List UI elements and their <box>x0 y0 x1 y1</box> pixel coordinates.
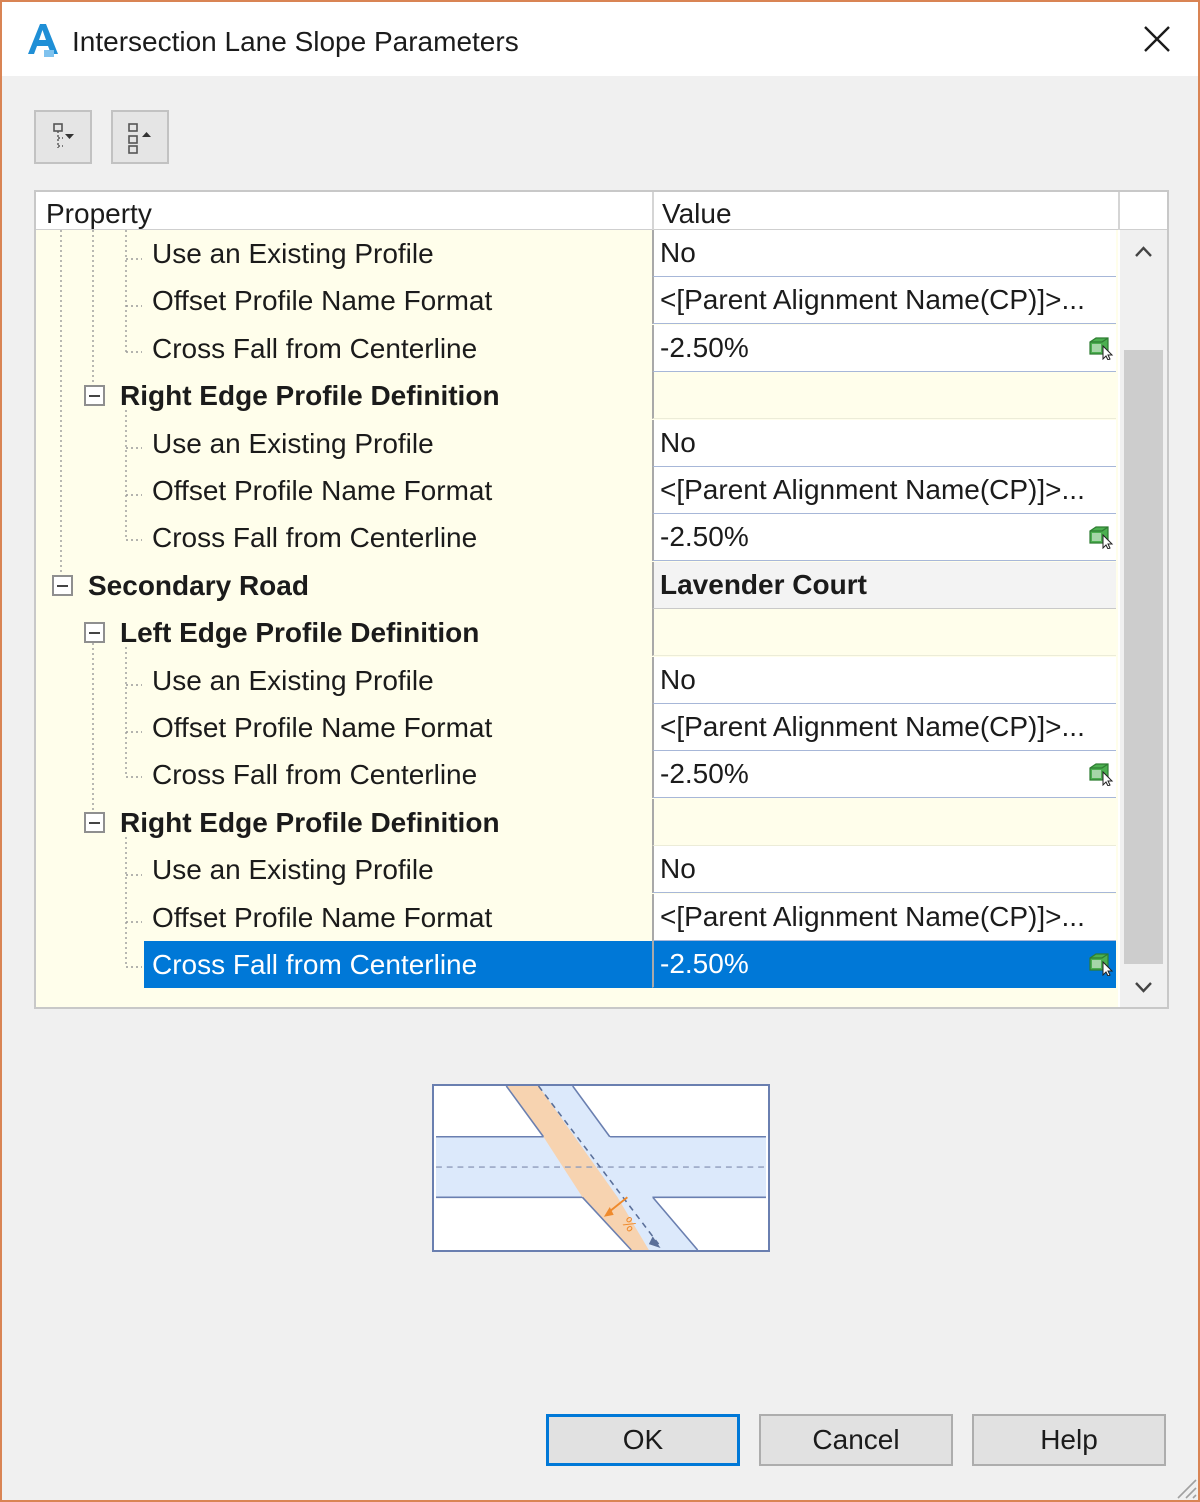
edit-in-drawing-icon[interactable] <box>1088 336 1114 360</box>
property-value: -2.50% <box>660 521 749 552</box>
property-label: Offset Profile Name Format <box>152 475 493 506</box>
intersection-cross-fall-diagram: % <box>432 1084 770 1252</box>
road-category-row[interactable]: Secondary Road Lavender Court <box>36 562 1118 609</box>
alphabetic-view-button[interactable] <box>111 110 169 164</box>
property-value: <[Parent Alignment Name(CP)]>... <box>660 711 1085 742</box>
collapse-toggle-icon[interactable] <box>84 622 105 643</box>
property-value: <[Parent Alignment Name(CP)]>... <box>660 474 1085 505</box>
property-value-cell[interactable]: -2.50% <box>652 514 1116 561</box>
property-value-cell[interactable]: -2.50% <box>652 325 1116 372</box>
property-label: Left Edge Profile Definition <box>120 617 480 648</box>
property-row[interactable]: Offset Profile Name Format <[Parent Align… <box>36 277 1118 324</box>
property-value-cell <box>652 799 1116 846</box>
property-value-cell[interactable]: <[Parent Alignment Name(CP)]>... <box>652 894 1116 941</box>
window-title: Intersection Lane Slope Parameters <box>72 26 519 57</box>
property-row[interactable]: Cross Fall from Centerline -2.50% <box>36 325 1118 372</box>
property-row[interactable]: Use an Existing Profile No <box>36 420 1118 467</box>
autocad-civil3d-icon <box>28 24 58 57</box>
property-value-cell[interactable]: No <box>652 657 1116 704</box>
property-value-cell[interactable]: -2.50% <box>652 941 1116 988</box>
grid-header: Property Value <box>36 192 1167 230</box>
property-column-header[interactable]: Property <box>46 196 152 232</box>
property-value: -2.50% <box>660 948 749 979</box>
edit-in-drawing-icon[interactable] <box>1088 525 1114 549</box>
category-row[interactable]: Right Edge Profile Definition <box>36 372 1118 419</box>
vertical-scrollbar[interactable] <box>1120 230 1167 1009</box>
column-divider[interactable] <box>652 192 654 230</box>
scrollbar-thumb[interactable] <box>1124 350 1163 964</box>
property-value-cell[interactable]: Lavender Court <box>652 562 1116 609</box>
property-label: Cross Fall from Centerline <box>152 949 478 980</box>
property-value: Lavender Court <box>660 569 867 600</box>
property-label: Offset Profile Name Format <box>152 902 493 933</box>
property-row[interactable]: Use an Existing Profile No <box>36 657 1118 704</box>
help-button[interactable]: Help <box>972 1414 1166 1466</box>
property-value-cell[interactable]: <[Parent Alignment Name(CP)]>... <box>652 467 1116 514</box>
property-row[interactable]: Cross Fall from Centerline -2.50% <box>36 751 1118 798</box>
collapse-toggle-icon[interactable] <box>84 812 105 833</box>
property-grid: Property Value Use an Existing Profile N… <box>34 190 1169 1009</box>
property-row[interactable]: Cross Fall from Centerline -2.50% <box>36 514 1118 561</box>
resize-grip-icon[interactable] <box>1172 1474 1198 1500</box>
property-label: Use an Existing Profile <box>152 238 434 269</box>
property-value: -2.50% <box>660 332 749 363</box>
property-row[interactable]: Use an Existing Profile No <box>36 846 1118 893</box>
title-bar: Intersection Lane Slope Parameters <box>2 2 1198 76</box>
property-label: Offset Profile Name Format <box>152 285 493 316</box>
property-value: No <box>660 664 696 695</box>
property-label: Use an Existing Profile <box>152 665 434 696</box>
property-row[interactable]: Use an Existing Profile No <box>36 230 1118 277</box>
property-value-cell[interactable]: No <box>652 230 1116 277</box>
property-value-cell[interactable]: <[Parent Alignment Name(CP)]>... <box>652 277 1116 324</box>
collapse-toggle-icon[interactable] <box>84 385 105 406</box>
property-value: No <box>660 237 696 268</box>
edit-in-drawing-icon[interactable] <box>1088 762 1114 786</box>
value-column-header[interactable]: Value <box>662 196 732 232</box>
property-label: Secondary Road <box>88 570 309 601</box>
category-row[interactable]: Left Edge Profile Definition <box>36 609 1118 656</box>
property-value-cell <box>652 609 1116 656</box>
property-label: Cross Fall from Centerline <box>152 522 478 553</box>
property-value-cell[interactable]: No <box>652 846 1116 893</box>
category-row[interactable]: Right Edge Profile Definition <box>36 799 1118 846</box>
property-row[interactable]: Cross Fall from Centerline -2.50% <box>36 941 1118 988</box>
scroll-up-arrow-icon[interactable] <box>1120 230 1167 274</box>
edit-in-drawing-icon[interactable] <box>1088 952 1114 976</box>
scroll-down-arrow-icon[interactable] <box>1120 965 1167 1009</box>
property-value: No <box>660 427 696 458</box>
property-label: Right Edge Profile Definition <box>120 807 500 838</box>
property-value: -2.50% <box>660 758 749 789</box>
expand-all-icon <box>53 123 74 148</box>
property-value: No <box>660 853 696 884</box>
property-label: Offset Profile Name Format <box>152 712 493 743</box>
property-row[interactable]: Offset Profile Name Format <[Parent Align… <box>36 704 1118 751</box>
ok-button[interactable]: OK <box>546 1414 740 1466</box>
property-value-cell <box>652 372 1116 419</box>
property-value-cell[interactable]: <[Parent Alignment Name(CP)]>... <box>652 704 1116 751</box>
collapse-all-icon <box>128 123 151 154</box>
close-icon[interactable] <box>1130 16 1184 64</box>
grid-rows: Use an Existing Profile No Offset Profile … <box>36 230 1118 1007</box>
property-label: Use an Existing Profile <box>152 854 434 885</box>
property-value-cell[interactable]: -2.50% <box>652 751 1116 798</box>
cancel-button[interactable]: Cancel <box>759 1414 953 1466</box>
property-row[interactable]: Offset Profile Name Format <[Parent Align… <box>36 467 1118 514</box>
property-label: Right Edge Profile Definition <box>120 380 500 411</box>
property-value-cell[interactable]: No <box>652 420 1116 467</box>
property-label: Cross Fall from Centerline <box>152 333 478 364</box>
property-value: <[Parent Alignment Name(CP)]>... <box>660 901 1085 932</box>
property-row[interactable]: Offset Profile Name Format <[Parent Align… <box>36 894 1118 941</box>
property-label: Use an Existing Profile <box>152 428 434 459</box>
dialog-window: Intersection Lane Slope Parameters Prope… <box>0 0 1200 1502</box>
collapse-toggle-icon[interactable] <box>52 575 73 596</box>
property-label: Cross Fall from Centerline <box>152 759 478 790</box>
categorized-view-button[interactable] <box>34 110 92 164</box>
property-value: <[Parent Alignment Name(CP)]>... <box>660 284 1085 315</box>
column-divider <box>1118 192 1120 230</box>
